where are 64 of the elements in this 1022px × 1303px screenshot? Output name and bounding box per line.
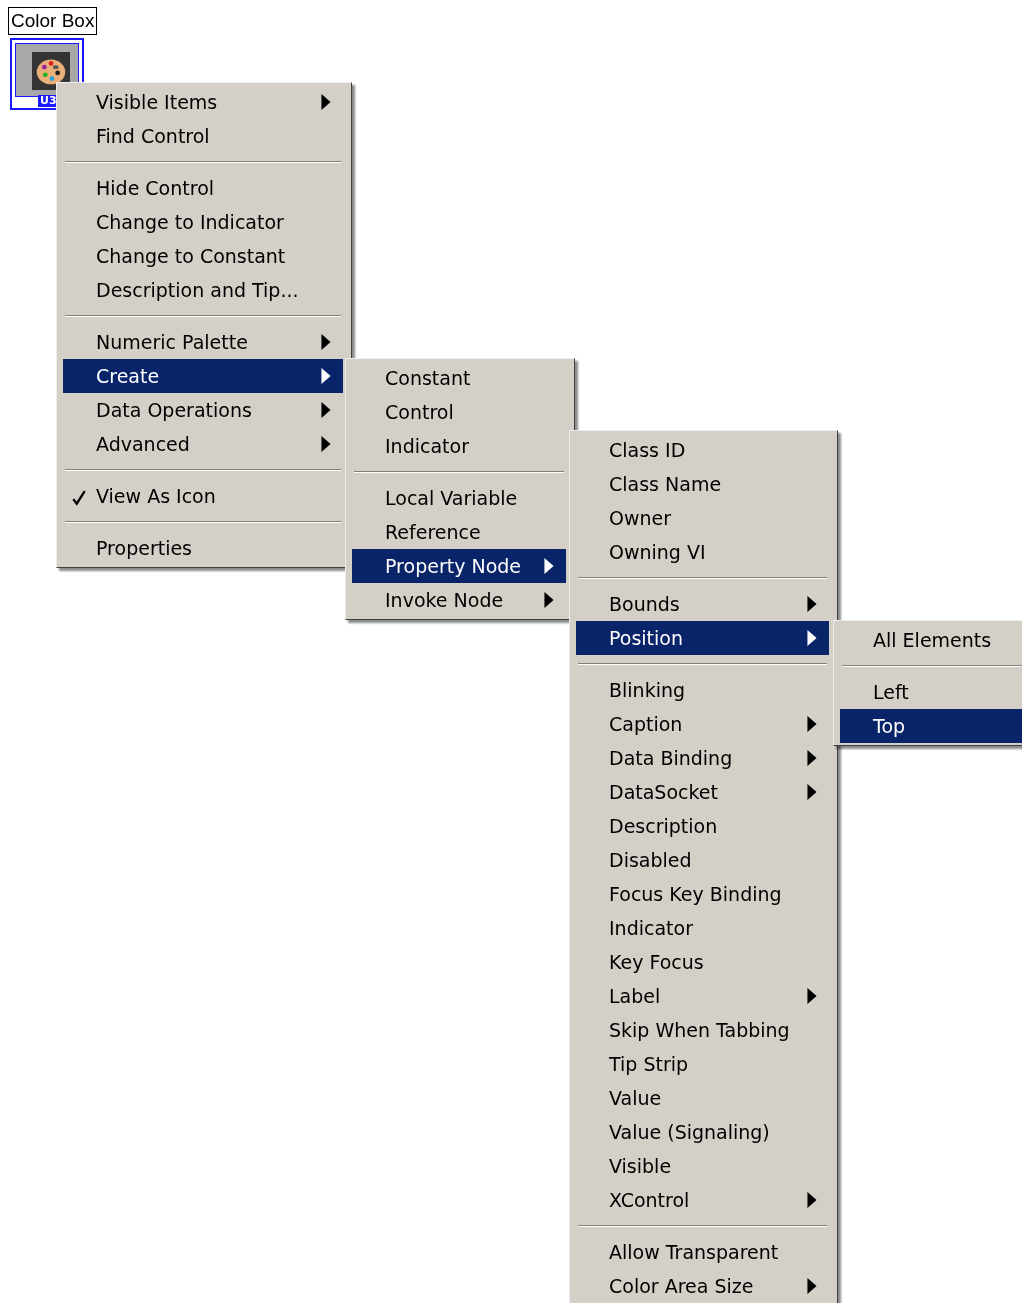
menu-item[interactable]: All Elements: [840, 623, 1022, 657]
menu-item[interactable]: Position: [576, 621, 829, 655]
menu-item[interactable]: Data Operations: [63, 393, 343, 427]
menu-item[interactable]: Skip When Tabbing: [576, 1013, 829, 1047]
menu-item[interactable]: Control: [352, 395, 566, 429]
menu-item[interactable]: Tip Strip: [576, 1047, 829, 1081]
menu-item[interactable]: Local Variable: [352, 481, 566, 515]
menu-item[interactable]: Disabled: [576, 843, 829, 877]
submenu-arrow-icon: [807, 1278, 817, 1294]
submenu-arrow-icon: [807, 596, 817, 612]
submenu-arrow-icon: [807, 750, 817, 766]
submenu-arrow-icon: [321, 334, 331, 350]
menu-item[interactable]: Description and Tip...: [63, 273, 343, 307]
submenu-arrow-icon: [321, 368, 331, 384]
menu-item[interactable]: Hide Control: [63, 171, 343, 205]
menu-item[interactable]: Caption: [576, 707, 829, 741]
menu-item[interactable]: Top: [840, 709, 1022, 743]
menu-item[interactable]: Numeric Palette: [63, 325, 343, 359]
menu-item[interactable]: Property Node: [352, 549, 566, 583]
menu-item[interactable]: View As Icon: [63, 479, 343, 513]
menu-item[interactable]: Advanced: [63, 427, 343, 461]
submenu-arrow-icon: [544, 592, 554, 608]
menu-item[interactable]: DataSocket: [576, 775, 829, 809]
terminal-label: U3: [38, 95, 59, 107]
menu-item[interactable]: Blinking: [576, 673, 829, 707]
submenu-arrow-icon: [544, 558, 554, 574]
menu-item[interactable]: Bounds: [576, 587, 829, 621]
menu-item[interactable]: Change to Indicator: [63, 205, 343, 239]
menu-item[interactable]: Data Binding: [576, 741, 829, 775]
palette-icon: [32, 52, 70, 90]
menu-item[interactable]: Change to Constant: [63, 239, 343, 273]
menu-item[interactable]: Color Area Size: [576, 1269, 829, 1303]
menu-item[interactable]: Class Name: [576, 467, 829, 501]
submenu-arrow-icon: [807, 1192, 817, 1208]
menu-item[interactable]: Description: [576, 809, 829, 843]
menu-item[interactable]: Left: [840, 675, 1022, 709]
menu-item[interactable]: Value (Signaling): [576, 1115, 829, 1149]
menu-item[interactable]: Key Focus: [576, 945, 829, 979]
menu-item[interactable]: Create: [63, 359, 343, 393]
menu-item[interactable]: Class ID: [576, 433, 829, 467]
submenu-arrow-icon: [807, 988, 817, 1004]
menu-item[interactable]: Owner: [576, 501, 829, 535]
submenu-arrow-icon: [807, 784, 817, 800]
menu-item[interactable]: Indicator: [576, 911, 829, 945]
submenu-arrow-icon: [807, 630, 817, 646]
menu-item[interactable]: Invoke Node: [352, 583, 566, 617]
submenu-arrow-icon: [321, 402, 331, 418]
check-icon: [72, 490, 86, 506]
menu-item[interactable]: Label: [576, 979, 829, 1013]
submenu-arrow-icon: [321, 94, 331, 110]
menu-item[interactable]: Find Control: [63, 119, 343, 153]
menu-item[interactable]: Focus Key Binding: [576, 877, 829, 911]
menu-item[interactable]: Properties: [63, 531, 343, 565]
submenu-arrow-icon: [807, 716, 817, 732]
menu-item[interactable]: Value: [576, 1081, 829, 1115]
menu-item[interactable]: Indicator: [352, 429, 566, 463]
control-label: Color Box: [8, 7, 98, 35]
menu-item[interactable]: Allow Transparent: [576, 1235, 829, 1269]
menu-item[interactable]: Owning VI: [576, 535, 829, 569]
menu-item[interactable]: Constant: [352, 361, 566, 395]
menu-item[interactable]: XControl: [576, 1183, 829, 1217]
submenu-arrow-icon: [321, 436, 331, 452]
menu-item[interactable]: Reference: [352, 515, 566, 549]
menu-item[interactable]: Visible: [576, 1149, 829, 1183]
